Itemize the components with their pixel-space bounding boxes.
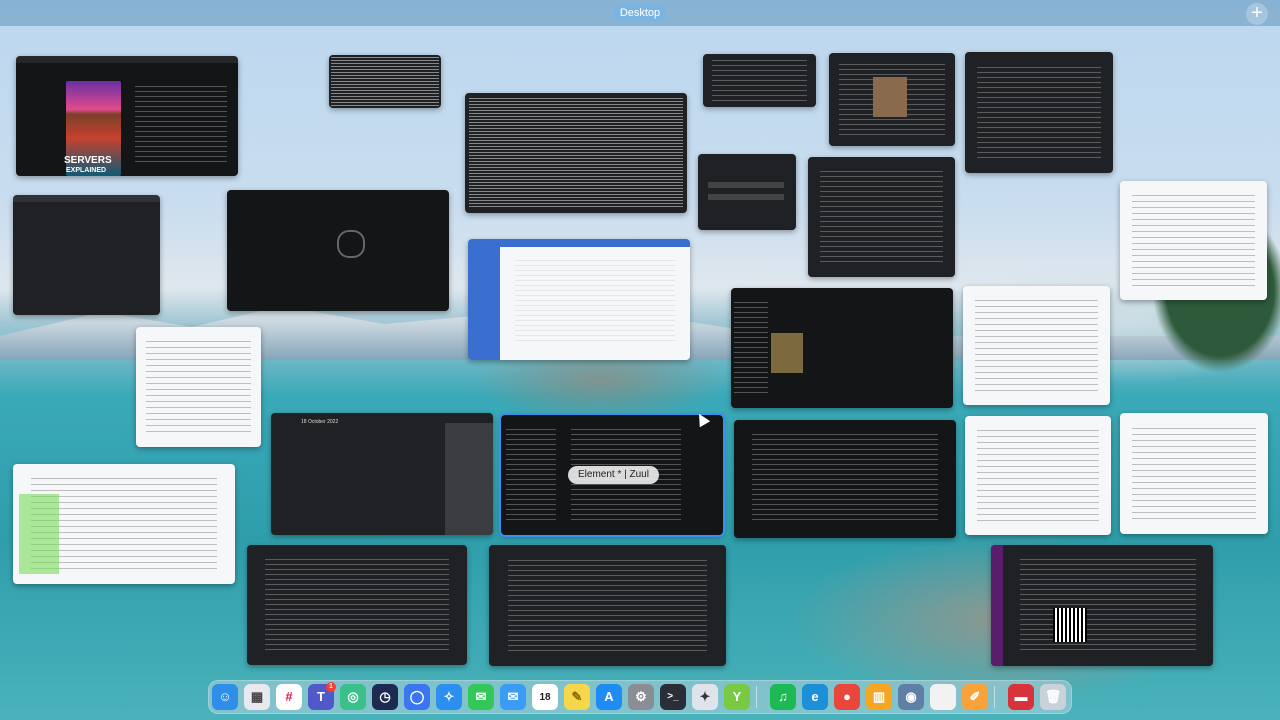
slack-icon[interactable]: # [276,684,302,710]
dialog-field [708,194,784,200]
window-messenger[interactable] [731,288,953,408]
terminal-icon[interactable]: >_ [660,684,686,710]
window-web-light-4[interactable] [1120,413,1268,534]
app-store-icon[interactable]: A [596,684,622,710]
window-editor-dark[interactable] [13,195,160,315]
window-chat-media[interactable] [829,53,955,146]
pages-icon[interactable]: ✐ [962,684,988,710]
window-code-dark[interactable] [489,545,726,666]
window-terminal-text[interactable] [465,93,687,213]
messages-icon[interactable]: ✉ [468,684,494,710]
finder-icon[interactable]: ☺ [212,684,238,710]
window-spreadsheet-colored[interactable] [13,464,235,584]
window-calendar[interactable]: 18 October 2022 [271,413,493,535]
window-mail-dark[interactable] [247,545,467,665]
thumbnail-subtitle: EXPLAINED [66,167,107,174]
video-list [126,74,236,174]
calendar-icon[interactable]: 18 [532,684,558,710]
window-titlebar [16,56,238,63]
spotify-icon[interactable]: ♫ [770,684,796,710]
window-unreal-empty[interactable] [227,190,449,311]
window-sidebar [468,247,500,360]
highlight-cells [19,494,59,574]
window-header [468,239,690,247]
qr-code [1053,608,1087,642]
books-icon[interactable]: ▥ [866,684,892,710]
launchpad-icon[interactable]: ▦ [244,684,270,710]
slack-sidebar [991,545,1003,666]
unreal-logo-icon [337,230,365,258]
window-spreadsheet-dark[interactable] [329,55,441,108]
window-notes[interactable] [136,327,261,447]
safari-icon[interactable]: ✧ [436,684,462,710]
automator-icon[interactable]: ◉ [898,684,924,710]
system-settings-icon[interactable]: ⚙ [628,684,654,710]
clock-icon[interactable]: ◷ [372,684,398,710]
slack-messages [1003,545,1213,665]
window-youtube[interactable]: SERVERS EXPLAINED [16,56,238,176]
mail-icon[interactable]: ✉ [500,684,526,710]
blank-app-icon[interactable] [930,684,956,710]
yoink-icon[interactable]: Y [724,684,750,710]
dock: ☺ ▦ # T1 ◎ ◷ ◯ ✧ ✉ ✉ 18 ✎ A ⚙ >_ ✦ Y ♫ e… [208,680,1072,714]
chrome-icon[interactable]: ● [834,684,860,710]
calendar-date-title: 18 October 2022 [301,419,339,425]
window-dialog[interactable] [698,154,796,230]
window-terminal-wide[interactable] [734,420,956,538]
spaces-bar: Desktop + [0,0,1280,26]
folder-icon[interactable]: ▬ [1008,684,1034,710]
chat-list [731,288,771,408]
media-preview [873,77,907,117]
dock-separator [756,686,757,708]
plus-icon[interactable]: + [1246,3,1268,25]
window-web-light-2[interactable] [963,286,1110,405]
unreal-icon[interactable]: ✦ [692,684,718,710]
chat-image [771,333,803,373]
window-settings-dark[interactable] [965,52,1113,173]
window-chat-blue[interactable] [468,239,690,360]
signal-icon[interactable]: ◯ [404,684,430,710]
notification-badge: 1 [326,682,336,692]
calendar-sidebar [445,423,493,535]
window-web-light-3[interactable] [965,416,1111,535]
thumbnail-title: SERVERS [64,155,112,166]
window-small-dark[interactable] [703,54,816,107]
chatgpt-icon[interactable]: ◎ [340,684,366,710]
trash-icon[interactable]: 🗑 [1040,684,1066,710]
edge-icon[interactable]: e [802,684,828,710]
dock-separator [994,686,995,708]
window-document-dark[interactable] [808,157,955,277]
element-room-list [501,415,561,535]
message-list [500,247,690,357]
teams-icon[interactable]: T1 [308,682,336,710]
window-title-label: Element * | Zuul [568,466,659,484]
desktop-space-button[interactable]: Desktop [614,4,666,22]
teams-glyph: T [317,689,325,704]
window-web-light[interactable] [1120,181,1267,300]
window-titlebar [13,195,160,202]
window-slack[interactable] [991,545,1213,666]
dialog-field [708,182,784,188]
notes-icon[interactable]: ✎ [564,684,590,710]
